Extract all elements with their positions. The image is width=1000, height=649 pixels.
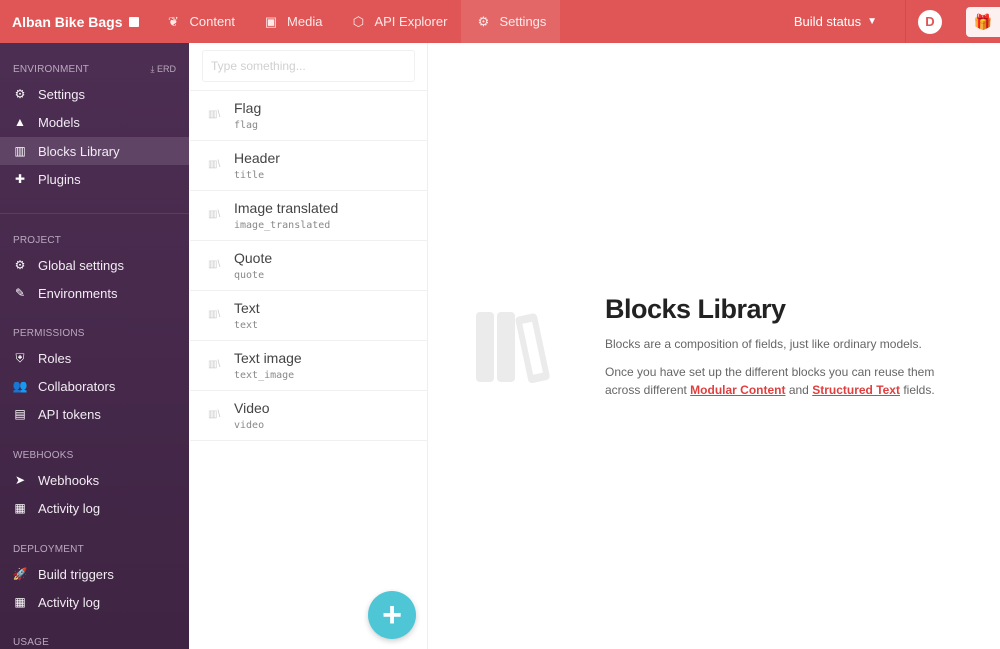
blocks-list-panel: ▥\ Flag flag ▥\ Header title ▥\ Image translate… [190, 43, 428, 649]
block-api-key: title [234, 170, 265, 181]
gear-icon: ⚙ [477, 13, 490, 29]
external-link-icon[interactable] [129, 16, 140, 27]
books-icon: ▥ [14, 144, 26, 158]
top-bar: Alban Bike Bags ❦ Content ▣ Media ⬡ API Exp… [0, 0, 1000, 43]
sidebar-item-blocks-library[interactable]: ▥ Blocks Library [0, 137, 189, 165]
section-webhooks: WEBHOOKS [13, 450, 74, 461]
block-list-item[interactable]: ▥\ Text image text_image [190, 340, 428, 390]
page-title: Blocks Library [605, 294, 786, 324]
books-icon: ▥\ [208, 359, 221, 370]
sidebar-item-api-tokens[interactable]: ▤ API tokens [0, 400, 189, 428]
books-icon: ▥\ [208, 209, 221, 220]
build-status-dropdown[interactable]: Build status ▼ [794, 0, 906, 43]
sidebar-item-plugins[interactable]: ✚ Plugins [0, 165, 189, 193]
block-api-key: text_image [234, 370, 295, 381]
section-environment: ENVIRONMENT [13, 64, 90, 75]
block-name: Image translated [234, 200, 339, 216]
books-icon: ▥\ [208, 259, 221, 270]
section-deployment: DEPLOYMENT [13, 544, 84, 555]
description: Blocks are a composition of fields, just… [605, 337, 922, 351]
structured-text-link[interactable]: Structured Text [812, 383, 900, 397]
gear-icon: ⚙ [14, 258, 26, 272]
block-name: Text image [234, 350, 302, 366]
block-name: Flag [234, 100, 262, 116]
image-icon: ▣ [264, 13, 278, 29]
block-name: Quote [234, 250, 273, 266]
books-icon: ▥\ [208, 409, 221, 420]
sidebar-item-webhooks[interactable]: ➤ Webhooks [0, 466, 189, 494]
sidebar-item-collaborators[interactable]: 👥 Collaborators [0, 372, 189, 400]
receipt-icon: ▦ [14, 501, 26, 515]
leaf-icon: ❦ [168, 13, 179, 29]
block-api-key: image_translated [234, 220, 331, 231]
puzzle-icon: ✚ [14, 172, 26, 186]
section-project: PROJECT [13, 235, 62, 246]
users-icon: 👥 [12, 379, 28, 393]
search-input[interactable] [202, 50, 415, 82]
block-list-item[interactable]: ▥\ Header title [190, 140, 428, 190]
books-icon: ▥\ [208, 159, 221, 170]
rocket-icon: 🚀 [12, 567, 28, 581]
sidebar-item-webhooks-activity-log[interactable]: ▦ Activity log [0, 494, 189, 522]
books-icon: ▥\ [208, 309, 221, 320]
sidebar-item-roles[interactable]: ⛨ Roles [0, 344, 189, 372]
sidebar-item-models[interactable]: ▲ Models [0, 108, 189, 136]
sidebar-item-global-settings[interactable]: ⚙ Global settings [0, 251, 189, 279]
sidebar-item-settings[interactable]: ⚙ Settings [0, 80, 189, 108]
tab-api-explorer[interactable]: ⬡ API Explorer [336, 0, 461, 43]
pencil-icon: ✎ [14, 286, 26, 300]
datocms-logo[interactable]: D [918, 9, 942, 34]
books-icon: ▥\ [208, 109, 221, 120]
receipt-icon: ▦ [14, 595, 26, 609]
add-block-button[interactable]: + [368, 591, 416, 639]
block-name: Header [234, 150, 280, 166]
project-name[interactable]: Alban Bike Bags [0, 0, 151, 43]
gift-icon[interactable]: 🎁 [966, 6, 1000, 37]
description-reuse: Once you have set up the different block… [605, 365, 935, 397]
block-list-item[interactable]: ▥\ Text text [190, 290, 428, 340]
tab-content[interactable]: ❦ Content [151, 0, 249, 43]
divider [190, 440, 428, 441]
section-permissions: PERMISSIONS [13, 328, 85, 339]
block-list-item[interactable]: ▥\ Quote quote [190, 240, 428, 290]
block-list-item[interactable]: ▥\ Video video [190, 390, 428, 440]
barcode-icon: ▤ [14, 407, 26, 421]
block-list-item[interactable]: ▥\ Flag flag [190, 90, 428, 140]
block-api-key: text [234, 320, 259, 331]
sidebar-item-deployment-activity-log[interactable]: ▦ Activity log [0, 588, 189, 616]
block-list-item[interactable]: ▥\ Image translated image_translated [190, 190, 428, 240]
shield-icon: ⛨ [15, 350, 25, 365]
sidebar-item-build-triggers[interactable]: 🚀 Build triggers [0, 560, 189, 588]
block-api-key: flag [234, 120, 259, 131]
block-api-key: quote [234, 270, 265, 281]
block-name: Text [234, 300, 260, 316]
sidebar: ENVIRONMENT ⤓ ERD ⚙ Settings ▲ Models ▥ Blo… [0, 43, 189, 649]
tab-media[interactable]: ▣ Media [249, 0, 336, 43]
block-name: Video [234, 400, 270, 416]
books-illustration-icon [476, 312, 550, 384]
erd-download-button[interactable]: ⤓ ERD [150, 64, 176, 75]
block-api-key: video [234, 420, 265, 431]
tab-settings[interactable]: ⚙ Settings [461, 0, 561, 43]
section-usage: USAGE [13, 637, 50, 648]
chevron-down-icon: ▼ [867, 16, 877, 27]
modular-content-link[interactable]: Modular Content [690, 383, 785, 397]
plus-icon: + [382, 595, 402, 634]
shapes-icon: ▲ [14, 115, 26, 129]
gear-icon: ⚙ [14, 87, 26, 101]
graphql-icon: ⬡ [352, 13, 365, 29]
paper-plane-icon: ➤ [14, 473, 26, 487]
divider [0, 213, 189, 214]
download-icon: ⤓ [150, 64, 155, 74]
sidebar-item-environments[interactable]: ✎ Environments [0, 279, 189, 307]
